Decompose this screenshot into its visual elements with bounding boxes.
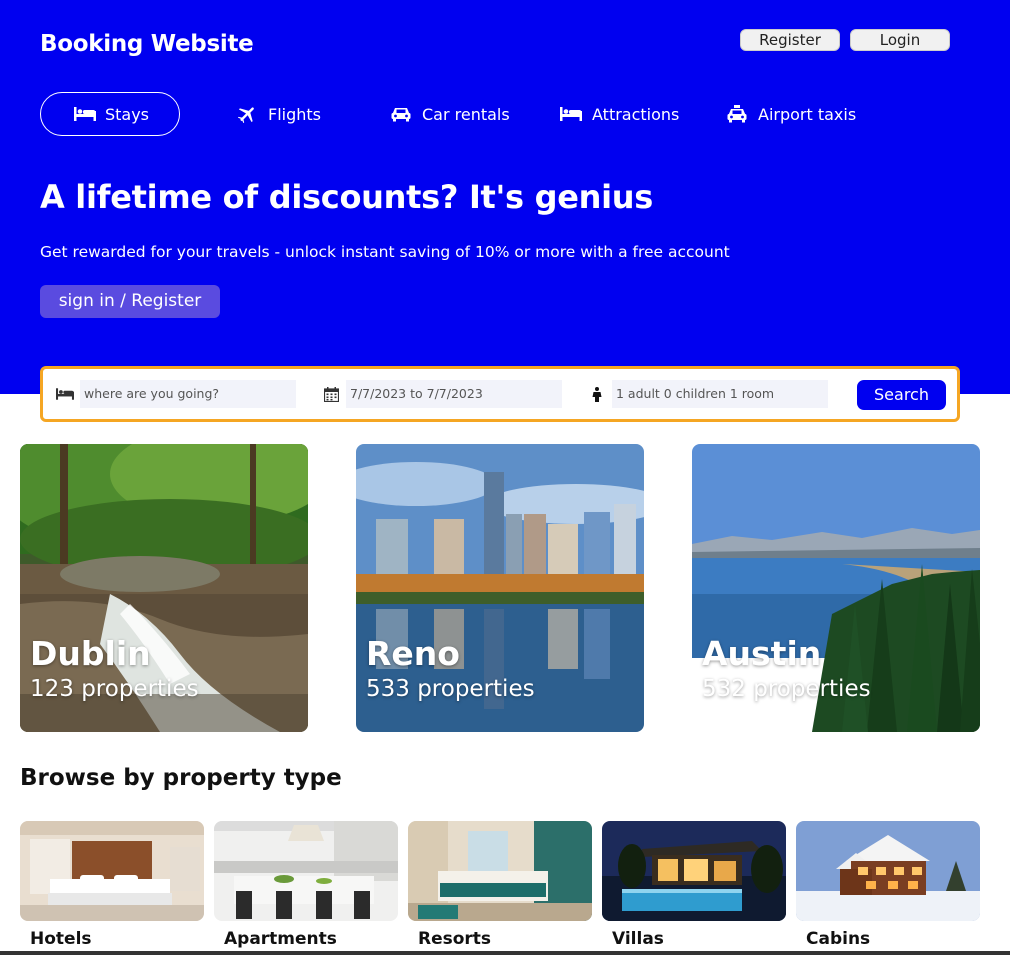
nav-item-label: Stays [104,104,149,124]
property-type-card[interactable]: Hotels [20,821,204,949]
search-button[interactable]: Search [857,380,946,410]
nav-item-flights[interactable]: Flights [234,92,321,136]
date-range-input[interactable]: 7/7/2023 to 7/7/2023 [346,380,562,408]
property-type-name: Apartments [224,929,337,949]
hero-subtitle: Get rewarded for your travels - unlock i… [40,243,730,261]
bed-icon [558,104,584,124]
nav-item-attractions[interactable]: Attractions [558,92,679,136]
city-name: Austin [702,634,822,673]
hotels-image [20,821,204,921]
nav-item-label: Airport taxis [758,104,857,124]
header: Booking Website Register Login Stays Fli… [0,0,1010,394]
plane-icon [234,104,260,124]
guests-input[interactable]: 1 adult 0 children 1 room [612,380,828,408]
city-properties: 532 properties [702,676,871,702]
taxi-icon [724,104,750,124]
nav-item-label: Car rentals [422,104,510,124]
hero-title: A lifetime of discounts? It's genius [40,178,654,216]
car-icon [388,104,414,124]
nav-item-stays[interactable]: Stays [40,92,180,136]
person-icon [585,384,609,404]
apartments-image [214,821,398,921]
brand-logo[interactable]: Booking Website [40,31,254,57]
bed-icon [53,384,77,404]
city-name: Reno [366,634,460,673]
property-type-card[interactable]: Villas [602,821,786,949]
calendar-icon [319,384,343,404]
property-type-card[interactable]: Cabins [796,821,980,949]
city-name: Dublin [30,634,151,673]
property-type-name: Cabins [806,929,871,949]
destination-input[interactable]: where are you going? [80,380,296,408]
register-button[interactable]: Register [740,29,840,51]
nav-item-car-rentals[interactable]: Car rentals [388,92,510,136]
nav-item-airport-taxis[interactable]: Airport taxis [724,92,856,136]
section-title: Browse by property type [20,765,342,791]
villas-image [602,821,786,921]
destination-field: where are you going? [53,380,296,408]
sign-in-register-button[interactable]: sign in / Register [40,285,220,318]
property-type-name: Resorts [418,929,492,949]
resorts-image [408,821,592,921]
featured-city-card[interactable]: Austin 532 properties [692,444,980,732]
nav-item-label: Flights [268,104,321,124]
property-type-card[interactable]: Resorts [408,821,592,949]
login-button[interactable]: Login [850,29,950,51]
bed-icon [73,104,97,124]
featured-city-card[interactable]: Dublin 123 properties [20,444,308,732]
property-type-name: Hotels [30,929,92,949]
cabins-image [796,821,980,921]
city-properties: 533 properties [366,676,535,702]
featured-city-card[interactable]: Reno 533 properties [356,444,644,732]
property-type-name: Villas [612,929,664,949]
city-properties: 123 properties [30,676,199,702]
date-field: 7/7/2023 to 7/7/2023 [319,380,562,408]
guests-field: 1 adult 0 children 1 room [585,380,828,408]
nav-item-label: Attractions [592,104,680,124]
property-type-card[interactable]: Apartments [214,821,398,949]
search-bar: where are you going? 7/7/2023 to 7/7/202… [40,366,960,422]
window-bottom-border [0,951,1010,955]
